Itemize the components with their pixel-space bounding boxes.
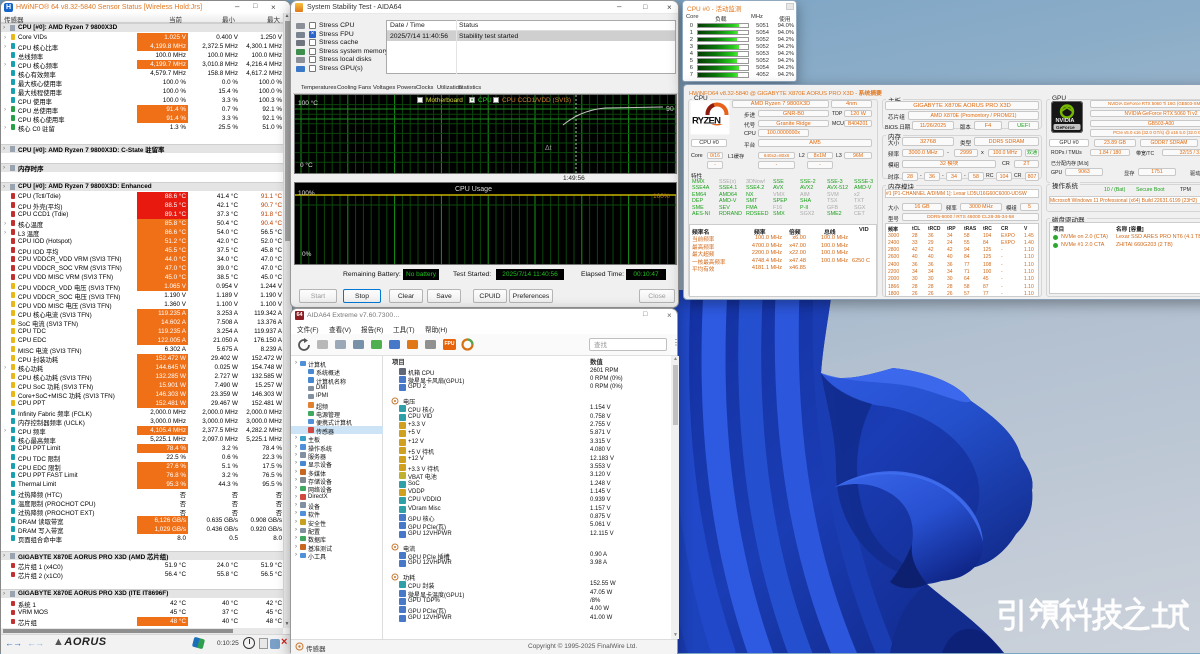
svg-text:GeForce: GeForce [1056,125,1075,130]
svg-text:RYZEN: RYZEN [692,116,721,127]
svg-text:NVIDIA: NVIDIA [1056,118,1075,124]
svg-text:90: 90 [666,106,674,113]
svg-text:100%: 100% [653,193,670,200]
svg-text:CPU Usage: CPU Usage [455,186,492,193]
svg-text:Δt: Δt [545,145,552,152]
